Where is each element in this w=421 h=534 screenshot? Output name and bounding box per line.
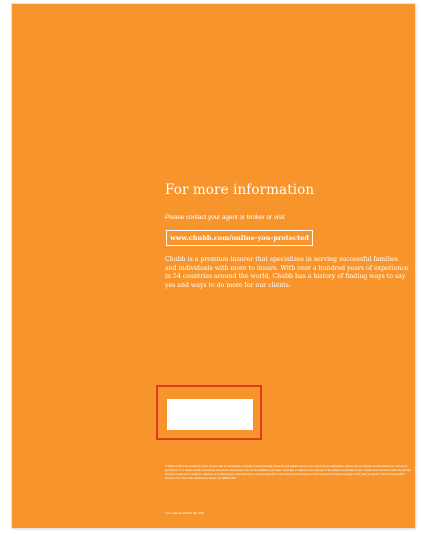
website-link[interactable]: www.chubb.com/online-you-protected — [166, 230, 313, 246]
form-code: Form code: 02-10-0910 (Ed. 9/20) — [165, 512, 205, 515]
document-viewport: For more information Please contact your… — [0, 0, 421, 534]
legal-disclaimer: © 2020 Chubb is the marketing name used … — [165, 465, 411, 481]
highlighted-logo-region — [156, 385, 262, 440]
logo-placeholder — [167, 399, 253, 430]
company-description: Chubb is a premium insurer that speciali… — [165, 256, 409, 290]
back-cover-page: For more information Please contact your… — [12, 4, 415, 528]
page-heading: For more information — [165, 182, 315, 198]
contact-text: Please contact your agent or broker or v… — [165, 214, 285, 221]
